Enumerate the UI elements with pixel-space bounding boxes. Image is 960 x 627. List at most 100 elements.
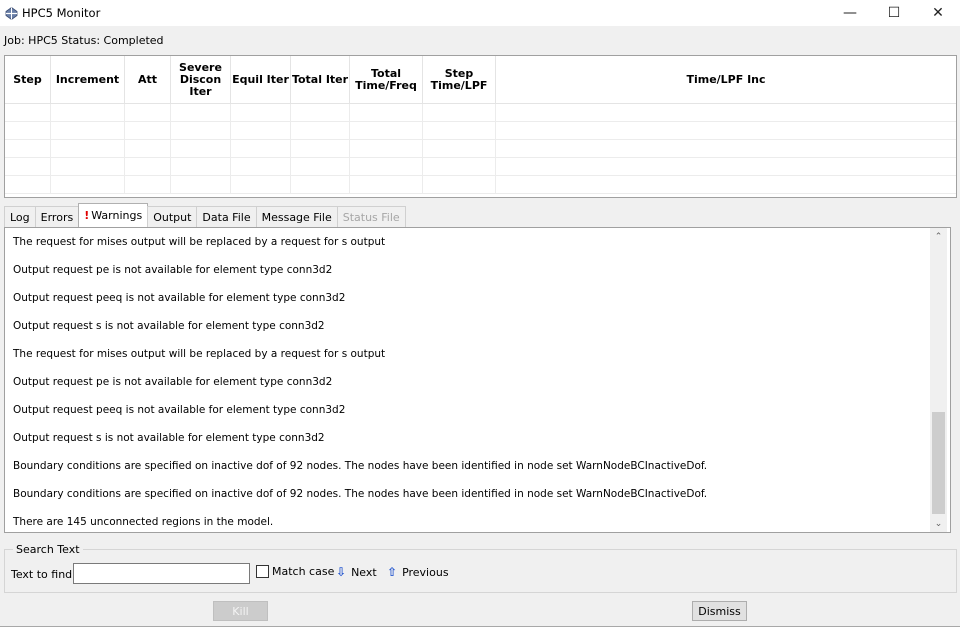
table-cell (350, 158, 423, 175)
table-cell (291, 176, 350, 193)
match-case-option[interactable]: Match case (256, 565, 334, 578)
column-header[interactable]: Step Time/LPF (423, 56, 496, 103)
column-header[interactable]: Equil Iter (231, 56, 291, 103)
table-cell (51, 104, 125, 121)
table-row[interactable] (5, 176, 956, 194)
table-cell (291, 158, 350, 175)
title-bar: HPC5 Monitor — ☐ ✕ (0, 0, 960, 26)
column-header[interactable]: Total Iter (291, 56, 350, 103)
previous-label: Previous (402, 565, 449, 579)
table-cell (231, 140, 291, 157)
window-title: HPC5 Monitor (22, 6, 101, 20)
tab-output[interactable]: Output (147, 206, 198, 227)
table-cell (125, 122, 171, 139)
table-cell (423, 122, 496, 139)
table-cell (171, 176, 231, 193)
tab-message-file[interactable]: Message File (255, 206, 338, 227)
log-line: There are 145 unconnected regions in the… (13, 516, 274, 528)
maximize-button[interactable]: ☐ (872, 0, 916, 26)
table-row[interactable] (5, 122, 956, 140)
log-line: Output request peeq is not available for… (13, 404, 346, 416)
table-cell (5, 158, 51, 175)
job-label: Job: (4, 34, 25, 47)
table-row[interactable] (5, 158, 956, 176)
column-header[interactable]: Severe Discon Iter (171, 56, 231, 103)
table-row[interactable] (5, 104, 956, 122)
table-cell (231, 158, 291, 175)
table-cell (350, 140, 423, 157)
table-cell (51, 122, 125, 139)
table-cell (125, 140, 171, 157)
log-line: Boundary conditions are specified on ina… (13, 488, 708, 500)
table-cell (350, 176, 423, 193)
arrow-down-icon: ⇩ (336, 565, 347, 579)
tab-status-file: Status File (336, 206, 406, 227)
hpc5-app-icon (4, 6, 18, 20)
column-header[interactable]: Total Time/Freq (350, 56, 423, 103)
column-header[interactable]: Att (125, 56, 171, 103)
table-cell (496, 122, 956, 139)
table-cell (125, 158, 171, 175)
tab-label: Output (153, 210, 192, 224)
table-cell (125, 104, 171, 121)
column-header[interactable]: Increment (51, 56, 125, 103)
search-text-group: Search Text Text to find: Match case ⇩ N… (4, 543, 957, 593)
scroll-down-icon[interactable]: ⌄ (930, 515, 947, 532)
tab-log[interactable]: Log (4, 206, 36, 227)
scroll-thumb[interactable] (932, 412, 945, 514)
previous-button[interactable]: ⇧ Previous (387, 565, 449, 579)
table-cell (171, 140, 231, 157)
log-scrollbar[interactable]: ⌃ ⌄ (930, 228, 947, 532)
log-line: The request for mises output will be rep… (13, 236, 386, 248)
table-cell (51, 158, 125, 175)
table-cell (231, 176, 291, 193)
arrow-up-icon: ⇧ (387, 565, 398, 579)
log-tabs: Log Errors ! Warnings Output Data File Message… (4, 203, 406, 227)
table-cell (291, 122, 350, 139)
tab-data-file[interactable]: Data File (196, 206, 257, 227)
table-cell (125, 176, 171, 193)
warnings-log: The request for mises output will be rep… (4, 227, 951, 533)
text-to-find-label: Text to find: (11, 568, 76, 581)
table-cell (5, 176, 51, 193)
table-row[interactable] (5, 140, 956, 158)
tab-errors[interactable]: Errors (34, 206, 80, 227)
log-line: The request for mises output will be rep… (13, 348, 386, 360)
scroll-up-icon[interactable]: ⌃ (930, 228, 947, 245)
next-button[interactable]: ⇩ Next (336, 565, 377, 579)
table-cell (171, 158, 231, 175)
tab-label: Errors (40, 210, 74, 224)
table-cell (5, 140, 51, 157)
log-line: Output request s is not available for el… (13, 320, 325, 332)
table-cell (423, 158, 496, 175)
search-input[interactable] (73, 563, 250, 584)
table-cell (171, 122, 231, 139)
table-cell (231, 122, 291, 139)
dismiss-button[interactable]: Dismiss (692, 601, 747, 621)
match-case-checkbox[interactable] (256, 565, 269, 578)
log-line: Boundary conditions are specified on ina… (13, 460, 708, 472)
job-name: HPC5 (28, 34, 58, 47)
tab-warnings[interactable]: ! Warnings (78, 203, 149, 227)
minimize-button[interactable]: — (828, 0, 872, 26)
table-cell (496, 176, 956, 193)
table-cell (231, 104, 291, 121)
progress-table: Step Increment Att Severe Discon Iter Equil … (4, 55, 957, 198)
tab-label: Log (10, 210, 30, 224)
table-cell (496, 140, 956, 157)
close-button[interactable]: ✕ (916, 0, 960, 26)
table-cell (350, 104, 423, 121)
tab-label: Status File (342, 210, 400, 224)
table-cell (423, 176, 496, 193)
table-cell (5, 122, 51, 139)
table-cell (51, 176, 125, 193)
next-label: Next (351, 565, 377, 579)
table-header: Step Increment Att Severe Discon Iter Equil … (5, 56, 956, 104)
log-line: Output request s is not available for el… (13, 432, 325, 444)
column-header[interactable]: Time/LPF Inc (496, 56, 956, 103)
log-line: Output request peeq is not available for… (13, 292, 346, 304)
column-header[interactable]: Step (5, 56, 51, 103)
kill-button[interactable]: Kill (213, 601, 268, 621)
window-controls: — ☐ ✕ (828, 0, 960, 26)
table-cell (423, 140, 496, 157)
